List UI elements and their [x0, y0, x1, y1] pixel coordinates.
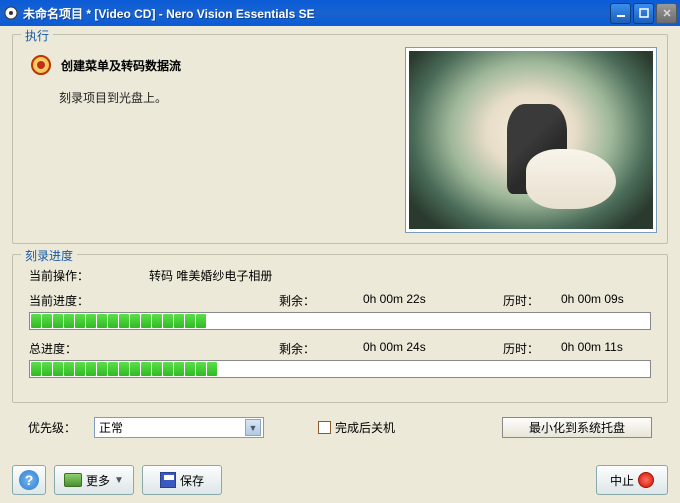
- total-remaining-value: 0h 00m 24s: [363, 340, 503, 357]
- execute-group: 执行 创建菜单及转码数据流 刻录项目到光盘上。: [12, 34, 668, 244]
- stop-button[interactable]: 中止: [596, 465, 668, 495]
- chevron-down-icon: ▼: [114, 475, 124, 486]
- current-progress-bar: [29, 312, 651, 330]
- minimize-button[interactable]: [610, 3, 631, 24]
- elapsed-label-2: 历时：: [503, 340, 561, 357]
- save-button[interactable]: 保存: [142, 465, 222, 495]
- stop-icon: [638, 472, 654, 488]
- app-icon: [3, 5, 19, 21]
- execute-heading: 创建菜单及转码数据流: [61, 57, 181, 74]
- current-elapsed-value: 0h 00m 09s: [561, 292, 624, 309]
- progress-legend: 刻录进度: [21, 247, 77, 264]
- total-progress-bar: [29, 360, 651, 378]
- close-button[interactable]: [656, 3, 677, 24]
- total-elapsed-value: 0h 00m 11s: [561, 340, 623, 357]
- shutdown-label: 完成后关机: [335, 419, 395, 436]
- current-progress-label: 当前进度：: [29, 292, 279, 309]
- more-button[interactable]: 更多 ▼: [54, 465, 134, 495]
- current-op-value: 转码 唯美婚纱电子相册: [149, 267, 272, 284]
- floppy-icon: [160, 472, 176, 488]
- total-progress-label: 总进度：: [29, 340, 279, 357]
- remaining-label-2: 剩余：: [279, 340, 363, 357]
- priority-value: 正常: [99, 419, 123, 436]
- preview-image: [409, 51, 653, 229]
- priority-label: 优先级：: [28, 419, 84, 436]
- remaining-label-1: 剩余：: [279, 292, 363, 309]
- current-op-label: 当前操作：: [29, 267, 129, 284]
- titlebar: 未命名项目 * [Video CD] - Nero Vision Essenti…: [0, 0, 680, 26]
- help-button[interactable]: ?: [12, 465, 46, 495]
- progress-group: 刻录进度 当前操作： 转码 唯美婚纱电子相册 当前进度： 剩余： 0h 00m …: [12, 254, 668, 403]
- elapsed-label-1: 历时：: [503, 292, 561, 309]
- status-icon: [31, 55, 51, 75]
- current-remaining-value: 0h 00m 22s: [363, 292, 503, 309]
- help-icon: ?: [19, 470, 39, 490]
- minimize-to-tray-button[interactable]: 最小化到系统托盘: [502, 417, 652, 438]
- chevron-down-icon: ▼: [245, 419, 261, 436]
- checkbox-icon: [318, 421, 331, 434]
- maximize-button[interactable]: [633, 3, 654, 24]
- execute-legend: 执行: [21, 27, 53, 44]
- priority-select[interactable]: 正常 ▼: [94, 417, 264, 438]
- shutdown-checkbox[interactable]: 完成后关机: [318, 419, 395, 436]
- preview-frame: [405, 47, 657, 233]
- window-title: 未命名项目 * [Video CD] - Nero Vision Essenti…: [23, 5, 610, 22]
- disk-icon: [64, 473, 82, 487]
- execute-subtext: 刻录项目到光盘上。: [59, 89, 399, 106]
